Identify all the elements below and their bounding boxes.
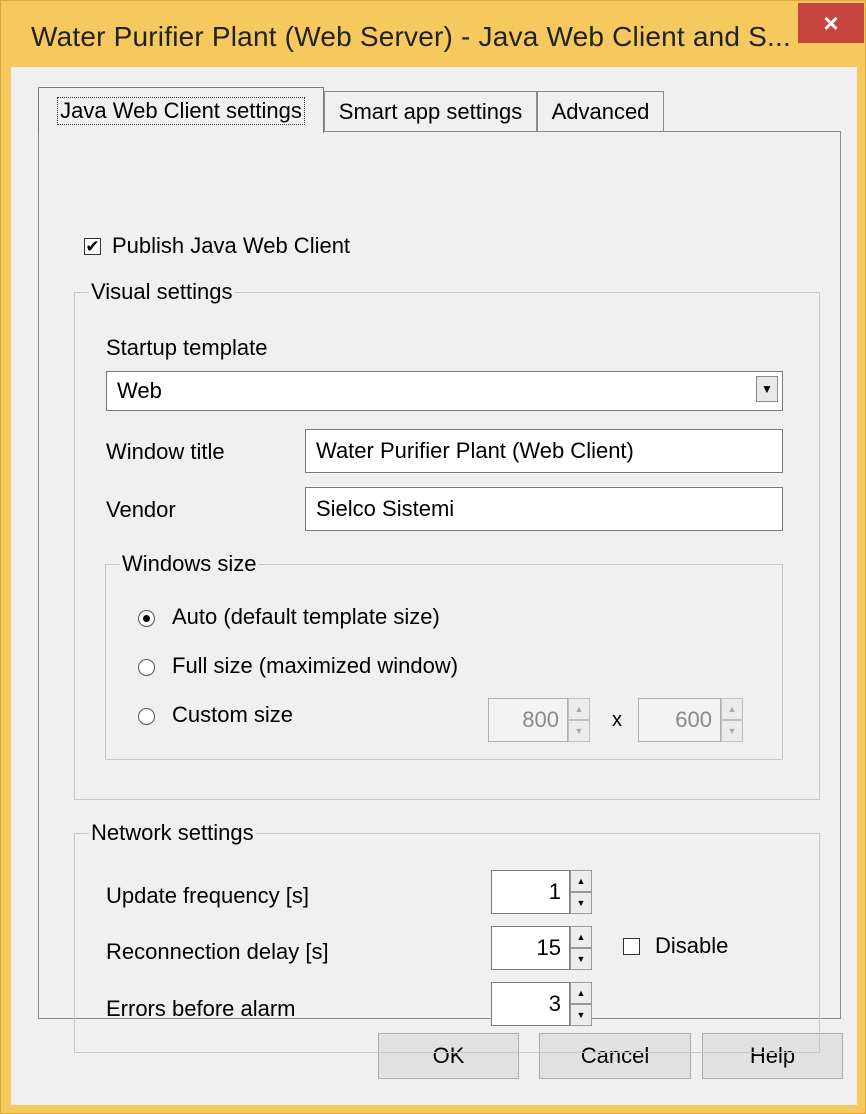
vendor-field[interactable]: Sielco Sistemi [305, 487, 783, 531]
tab-panel: ✔ Publish Java Web Client Visual setting… [38, 131, 841, 1053]
radio-full-size-label: Full size (maximized window) [172, 653, 459, 678]
tab-java-web-client-settings[interactable]: Java Web Client settings [38, 87, 324, 133]
window-title: Water Purifier Plant (Web Server) - Java… [31, 21, 791, 52]
publish-label: Publish Java Web Client [112, 233, 351, 258]
tab-smart-app-settings[interactable]: Smart app settings [324, 91, 537, 131]
windows-size-title: Windows size [120, 551, 259, 577]
spin-up-icon[interactable]: ▲ [570, 870, 592, 892]
window-title-label: Window title [106, 439, 225, 464]
reconnection-delay-label: Reconnection delay [s] [106, 939, 329, 964]
dialog-client-area: Java Web Client settings Smart app setti… [11, 67, 857, 1105]
update-frequency-field[interactable]: 1 [491, 870, 570, 914]
tab-label: Java Web Client settings [57, 96, 305, 125]
reconnection-delay-field[interactable]: 15 [491, 926, 570, 970]
spin-down-icon[interactable]: ▼ [570, 892, 592, 914]
custom-height-stepper[interactable]: ▲ ▼ [721, 698, 743, 742]
radio-custom-size[interactable] [138, 708, 155, 725]
vendor-label: Vendor [106, 497, 176, 522]
close-icon: × [823, 7, 839, 38]
dropdown-arrow-icon[interactable]: ▼ [756, 376, 778, 402]
visual-settings-title: Visual settings [89, 279, 235, 305]
windows-size-group: Windows size Auto (default template size… [105, 551, 783, 760]
network-settings-title: Network settings [89, 820, 256, 846]
errors-before-alarm-field[interactable]: 3 [491, 982, 570, 1026]
disable-label: Disable [655, 933, 729, 958]
tab-label: Advanced [551, 98, 650, 124]
check-icon: ✔ [85, 237, 100, 256]
publish-checkbox[interactable]: ✔ [84, 238, 101, 255]
spin-up-icon[interactable]: ▲ [568, 698, 590, 720]
spin-up-icon[interactable]: ▲ [721, 698, 743, 720]
disable-checkbox[interactable] [623, 938, 640, 955]
startup-template-value: Web [117, 378, 162, 403]
spin-up-icon[interactable]: ▲ [570, 982, 592, 1004]
dialog-window: Water Purifier Plant (Web Server) - Java… [0, 0, 866, 1114]
visual-settings-group: Visual settings Startup template Web ▼ W… [74, 279, 820, 800]
radio-auto-size-label: Auto (default template size) [172, 604, 440, 629]
spin-up-icon[interactable]: ▲ [570, 926, 592, 948]
update-frequency-label: Update frequency [s] [106, 883, 310, 908]
close-button[interactable]: × [798, 3, 864, 43]
update-frequency-stepper[interactable]: ▲ ▼ [570, 870, 592, 914]
reconnection-delay-stepper[interactable]: ▲ ▼ [570, 926, 592, 970]
spin-down-icon[interactable]: ▼ [570, 948, 592, 970]
tab-label: Smart app settings [338, 98, 523, 124]
radio-auto-size[interactable] [138, 610, 155, 627]
spin-down-icon[interactable]: ▼ [570, 1004, 592, 1026]
tab-advanced[interactable]: Advanced [537, 91, 664, 131]
spin-down-icon[interactable]: ▼ [568, 720, 590, 742]
errors-before-alarm-stepper[interactable]: ▲ ▼ [570, 982, 592, 1026]
radio-custom-size-label: Custom size [172, 702, 294, 727]
custom-width-stepper[interactable]: ▲ ▼ [568, 698, 590, 742]
size-separator: x [612, 709, 622, 731]
startup-template-label: Startup template [106, 335, 268, 360]
window-title-field[interactable]: Water Purifier Plant (Web Client) [305, 429, 783, 473]
spin-down-icon[interactable]: ▼ [721, 720, 743, 742]
errors-before-alarm-label: Errors before alarm [106, 996, 296, 1021]
radio-full-size[interactable] [138, 659, 155, 676]
custom-width-field[interactable]: 800 [488, 698, 568, 742]
custom-height-field[interactable]: 600 [638, 698, 721, 742]
startup-template-select[interactable]: Web ▼ [106, 371, 783, 411]
network-settings-group: Network settings Update frequency [s] 1 … [74, 820, 820, 1053]
